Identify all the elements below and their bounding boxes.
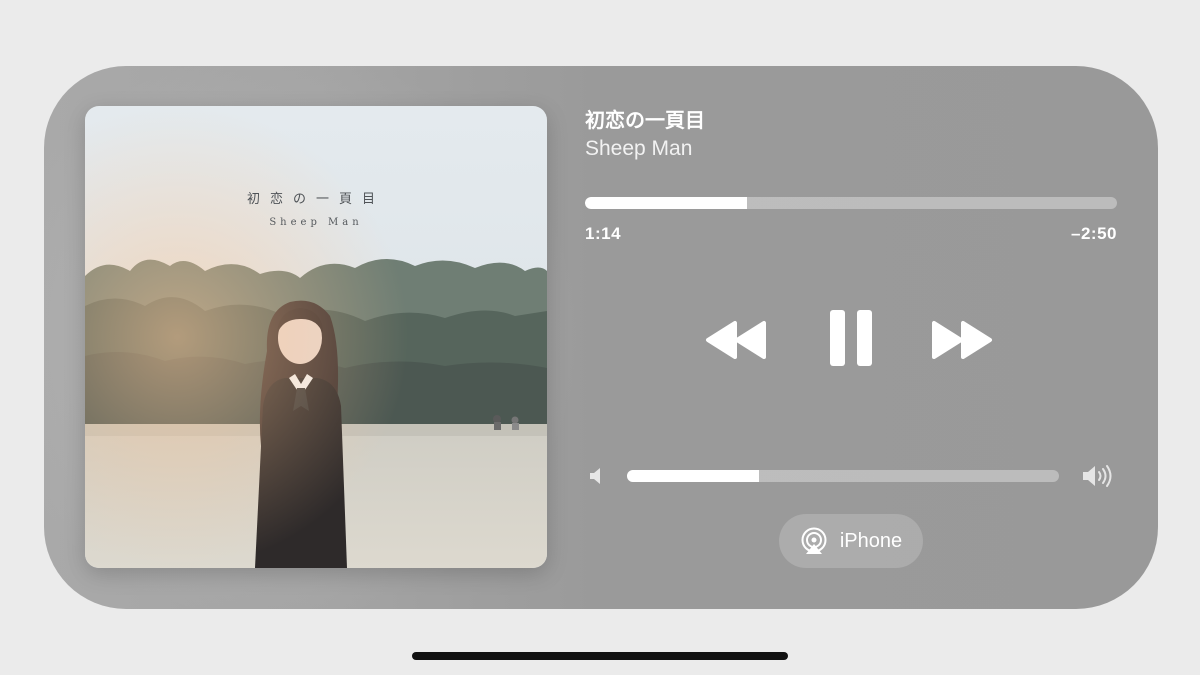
standby-screen: 初恋の一頁目 Sheep Man 初恋の一頁目 Sheep Man 1:14 –… — [0, 0, 1200, 675]
elapsed-time: 1:14 — [585, 224, 622, 243]
speaker-low-icon[interactable] — [587, 466, 607, 486]
pause-icon — [830, 310, 872, 366]
volume-control — [585, 462, 1117, 490]
track-title[interactable]: 初恋の一頁目 — [585, 108, 705, 134]
track-artist[interactable]: Sheep Man — [585, 135, 705, 163]
volume-level-fill — [627, 470, 759, 482]
audio-output-label: iPhone — [839, 529, 903, 552]
airplay-audio-icon — [801, 527, 827, 554]
album-artwork[interactable]: 初恋の一頁目 Sheep Man — [85, 106, 547, 568]
rewind-button[interactable] — [704, 320, 768, 365]
artwork-artist-text: Sheep Man — [269, 217, 363, 228]
playback-scrubber[interactable] — [585, 197, 1117, 209]
volume-slider[interactable] — [627, 470, 1059, 482]
speaker-high-icon[interactable] — [1081, 464, 1117, 488]
home-indicator[interactable] — [412, 652, 788, 660]
playback-progress-fill — [585, 197, 748, 209]
backward-icon — [706, 321, 766, 359]
now-playing-card: 初恋の一頁目 Sheep Man 初恋の一頁目 Sheep Man 1:14 –… — [44, 66, 1158, 609]
artwork-title-text: 初恋の一頁目 — [246, 192, 385, 207]
forward-button[interactable] — [930, 320, 994, 365]
transport-controls — [704, 308, 994, 372]
remaining-time: –2:50 — [1071, 224, 1117, 243]
album-photo — [85, 106, 547, 568]
audio-output-button[interactable]: iPhone — [779, 514, 923, 568]
forward-icon — [932, 321, 992, 359]
pause-button[interactable] — [828, 308, 874, 373]
track-info: 初恋の一頁目 Sheep Man — [585, 108, 705, 163]
